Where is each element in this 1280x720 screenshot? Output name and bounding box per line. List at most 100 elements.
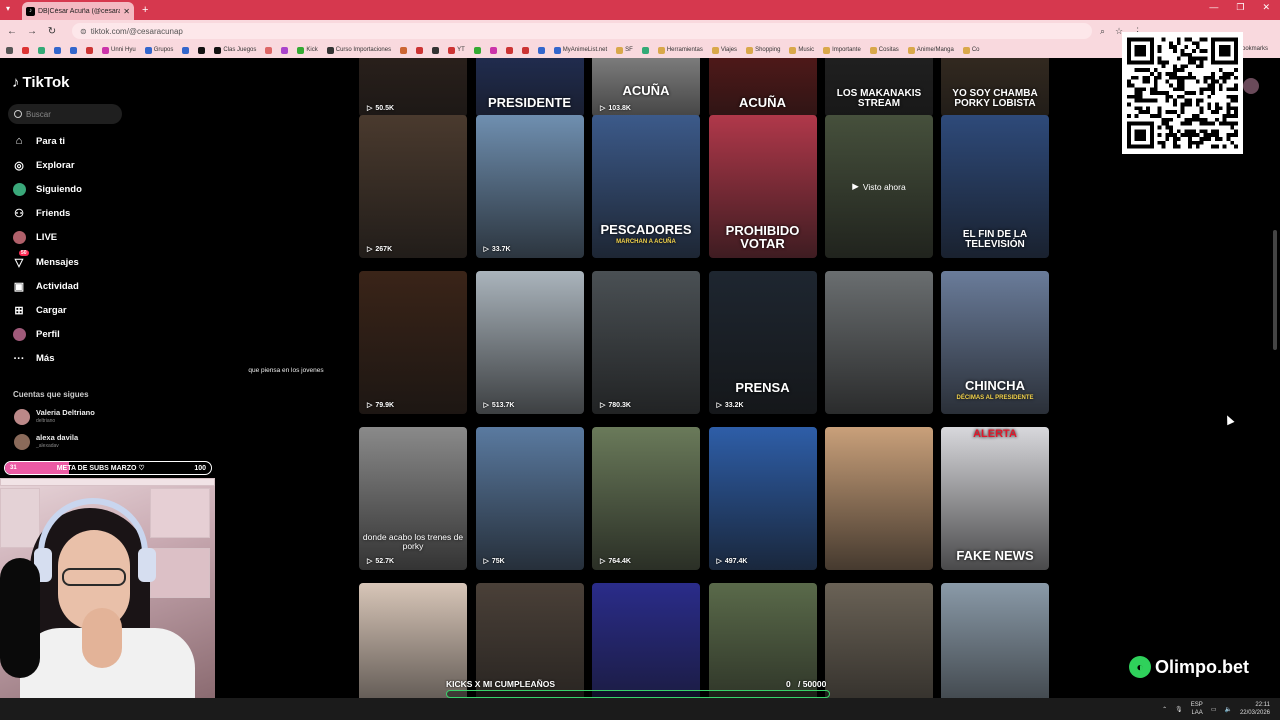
bookmark-item[interactable] <box>198 46 206 54</box>
sidebar-item-más[interactable]: ··· Más <box>12 352 55 366</box>
minimize-icon[interactable]: — <box>1209 2 1218 13</box>
clock[interactable]: 22:11 22/03/2026 <box>1240 701 1270 717</box>
video-card[interactable]: PROHIBIDO VOTAR <box>708 115 817 258</box>
video-card[interactable]: CHINCHA DÉCIMAS AL PRESIDENTE <box>941 271 1049 414</box>
bookmark-item[interactable] <box>22 46 29 54</box>
bookmark-item[interactable]: Curso Importaciones <box>326 46 391 54</box>
language-indicator[interactable]: ESP LAA <box>1191 701 1203 717</box>
video-card[interactable]: ▷ 267K <box>359 115 467 258</box>
bookmark-item[interactable] <box>641 46 649 54</box>
bookmark-item[interactable] <box>86 46 93 54</box>
bookmark-item[interactable]: Kick <box>297 46 318 54</box>
video-card[interactable]: ▷ 33.7K <box>475 115 584 258</box>
bookmark-item[interactable]: Grupos <box>144 46 173 54</box>
bookmark-icon <box>789 46 797 54</box>
following-account[interactable]: Valeria Deltriano deltriano <box>14 408 95 426</box>
sidebar-item-actividad[interactable]: ▣ Actividad <box>12 279 79 293</box>
volume-icon[interactable]: 🔈 <box>1224 706 1231 713</box>
sidebar-item-friends[interactable]: ⚇ Friends <box>12 207 70 221</box>
bookmark-item[interactable]: Clas Juegos <box>214 46 256 54</box>
video-card[interactable]: ▷ 780.3K <box>592 271 700 414</box>
bookmark-item[interactable]: Viajes <box>711 46 737 54</box>
sidebar-item-siguiendo[interactable]: Siguiendo <box>12 182 82 196</box>
bookmark-item[interactable]: Shopping <box>746 46 780 54</box>
bookmark-item[interactable] <box>505 46 513 54</box>
bookmark-item[interactable]: Co <box>962 46 980 54</box>
search-input[interactable]: Buscar <box>8 104 122 124</box>
video-card[interactable]: ▷ 50.5K <box>359 58 467 117</box>
new-tab-icon[interactable]: + <box>142 4 148 16</box>
bookmark-item[interactable] <box>521 46 529 54</box>
bookmark-icon <box>416 46 424 54</box>
video-card[interactable]: ▶ Visto ahora <box>825 115 933 258</box>
network-icon[interactable]: ▭ <box>1211 706 1217 713</box>
video-card[interactable]: YO SOY CHAMBA PORKY LOBISTA <box>941 58 1049 117</box>
video-card[interactable]: EL FIN DE LA TELEVISIÓN <box>941 115 1049 258</box>
bookmark-item[interactable] <box>70 46 77 54</box>
video-card[interactable]: PESCADORES MARCHAN A ACUÑA <box>592 115 700 258</box>
bookmark-item[interactable]: Cositas <box>869 46 899 54</box>
back-icon[interactable]: ← <box>6 26 18 37</box>
video-card[interactable] <box>825 427 933 570</box>
close-tab-icon[interactable]: ✕ <box>123 7 130 16</box>
bookmark-item[interactable] <box>473 46 481 54</box>
tab-list-icon[interactable]: ▾ <box>6 4 10 13</box>
sidebar-item-para-ti[interactable]: ⌂ Para ti <box>12 134 65 148</box>
video-card[interactable]: ACUÑA <box>708 58 817 117</box>
bookmark-item[interactable]: Unni Hyu <box>102 46 136 54</box>
bookmark-item[interactable] <box>432 46 440 54</box>
user-avatar[interactable] <box>1243 78 1259 94</box>
following-account[interactable]: alexa davila _alexadav <box>14 433 78 451</box>
bookmark-item[interactable]: MyAnimeList.net <box>553 46 607 54</box>
bookmark-icon <box>198 46 206 54</box>
site-info-icon[interactable]: ⊜ <box>80 27 87 36</box>
bookmark-item[interactable] <box>6 46 13 54</box>
bookmark-item[interactable] <box>537 46 545 54</box>
bookmark-item[interactable] <box>182 46 190 54</box>
video-card[interactable]: ▷ 764.4K <box>592 427 700 570</box>
maximize-icon[interactable]: ❐ <box>1236 2 1244 13</box>
bookmark-item[interactable] <box>281 46 289 54</box>
bookmark-item[interactable]: Anime/Manga <box>907 46 954 54</box>
sidebar-item-live[interactable]: LIVE <box>12 231 57 245</box>
browser-tab[interactable]: ♪ DB|César Acuña (@cesaracunap ✕ <box>22 2 134 20</box>
bookmark-item[interactable]: Music <box>789 46 814 54</box>
forward-icon[interactable]: → <box>26 26 38 37</box>
bookmark-item[interactable]: Herramientas <box>657 46 703 54</box>
video-card[interactable]: ▷ 513.7K <box>475 271 584 414</box>
video-card[interactable]: ACUÑA ▷ 103.8K <box>592 58 700 117</box>
video-card[interactable] <box>825 583 933 698</box>
mic-icon[interactable]: 🎙 <box>1175 706 1183 713</box>
reload-icon[interactable]: ↻ <box>46 26 58 37</box>
bookmark-item[interactable] <box>38 46 45 54</box>
bookmark-item[interactable] <box>416 46 424 54</box>
sidebar-item-perfil[interactable]: Perfil <box>12 328 60 342</box>
video-card[interactable]: ▷ 79.9K <box>359 271 467 414</box>
video-card[interactable]: PRESIDENTE <box>475 58 584 117</box>
video-card[interactable]: PRENSA ▷ 33.2K <box>708 271 817 414</box>
sidebar-item-mensajes[interactable]: ▽ 50 Mensajes <box>12 250 79 269</box>
video-card[interactable]: ▷ 497.4K <box>708 427 817 570</box>
sidebar-item-cargar[interactable]: ⊞ Cargar <box>12 303 66 317</box>
video-card[interactable] <box>825 271 933 414</box>
bookmark-item[interactable]: Importante <box>823 46 861 54</box>
bookmark-item[interactable] <box>400 46 408 54</box>
close-window-icon[interactable]: ✕ <box>1262 2 1270 13</box>
sidebar-item-explorar[interactable]: ◎ Explorar <box>12 158 74 172</box>
video-card[interactable] <box>941 583 1049 698</box>
bookmark-item[interactable]: SF <box>616 46 633 54</box>
address-bar[interactable]: ⊜ tiktok.com/@cesaracunap <box>72 23 1092 39</box>
video-card[interactable]: donde acabo los trenes de porky ▷ 52.7K <box>359 427 467 570</box>
bookmark-item[interactable] <box>265 46 273 54</box>
zoom-icon[interactable]: ⌕ <box>1100 26 1105 37</box>
bookmark-icon <box>400 46 408 54</box>
scrollbar[interactable] <box>1273 230 1277 350</box>
tray-chevron-icon[interactable]: ⌃ <box>1162 706 1167 713</box>
video-card[interactable]: LOS MAKANAKIS STREAM <box>825 58 933 117</box>
bookmark-item[interactable]: YT <box>448 46 465 54</box>
video-card[interactable]: ▷ 75K <box>475 427 584 570</box>
bookmark-item[interactable] <box>489 46 497 54</box>
bookmark-item[interactable] <box>54 46 61 54</box>
video-card[interactable]: ALERTA FAKE NEWS <box>941 427 1049 570</box>
tiktok-logo[interactable]: ♪ TikTok <box>12 74 69 91</box>
